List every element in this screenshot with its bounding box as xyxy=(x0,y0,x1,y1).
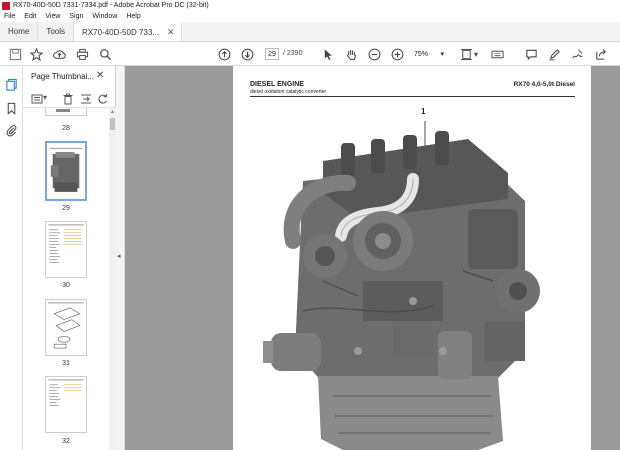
options-chevron-icon[interactable]: ▾ xyxy=(43,93,49,105)
thumbnail-engine-image xyxy=(49,147,83,192)
save-icon[interactable] xyxy=(8,47,22,61)
page-total: / 2390 xyxy=(283,50,303,57)
panel-collapse-strip[interactable]: ◂ xyxy=(116,66,125,450)
rotate-page-icon[interactable] xyxy=(97,93,109,105)
page-thumbnails-panel: Page Thumbnai... ✕ ▾ 28 29 30 31 32 ▲ xyxy=(23,66,116,450)
delete-page-icon[interactable] xyxy=(62,93,74,105)
attachments-icon[interactable] xyxy=(5,124,18,137)
tab-home[interactable]: Home xyxy=(0,22,39,41)
menu-sign[interactable]: Sign xyxy=(69,13,83,20)
next-page-icon[interactable] xyxy=(240,47,254,61)
title-bar: RX70-40D-50D 7331-7334.pdf - Adobe Acrob… xyxy=(0,0,620,11)
fit-options-chevron-icon[interactable]: ▾ xyxy=(472,47,480,61)
select-cursor-icon[interactable] xyxy=(321,47,335,61)
toolbar: 29 / 2390 75% ▾ ▾ xyxy=(0,42,620,66)
thumbnail-options-icon[interactable] xyxy=(31,93,43,105)
scroll-up-icon[interactable]: ▲ xyxy=(110,109,115,115)
upload-cloud-icon[interactable] xyxy=(52,47,66,61)
thumbnail-parts-list-image xyxy=(48,379,84,406)
thumbnail-scrollbar[interactable]: ▲ xyxy=(109,108,116,450)
fit-page-icon[interactable] xyxy=(459,47,473,61)
comment-icon[interactable] xyxy=(524,47,538,61)
thumbnail-label: 30 xyxy=(62,282,70,289)
thumbnail-parts-list-image xyxy=(48,224,84,263)
previous-page-icon[interactable] xyxy=(217,47,231,61)
menu-help[interactable]: Help xyxy=(126,13,140,20)
tab-tools[interactable]: Tools xyxy=(38,22,75,41)
zoom-level: 75% xyxy=(414,50,429,58)
insert-page-icon[interactable] xyxy=(80,93,92,105)
zoom-level-dropdown[interactable]: 75% ▾ xyxy=(412,48,446,60)
header-divider xyxy=(250,96,575,97)
thumbnail-label: 32 xyxy=(62,438,70,445)
chevron-down-icon: ▾ xyxy=(440,51,444,58)
diesel-engine-illustration xyxy=(263,121,540,450)
thumbnail-label: 29 xyxy=(62,205,70,212)
tab-document-label: RX70-40D-50D 733... xyxy=(82,28,159,37)
tab-bar: Home Tools RX70-40D-50D 733... ✕ xyxy=(0,22,620,42)
bookmark-star-icon[interactable] xyxy=(29,47,43,61)
thumbnail-list: 28 29 30 31 32 xyxy=(23,108,109,450)
close-tab-icon[interactable]: ✕ xyxy=(167,27,175,38)
thumbnail-label: 28 xyxy=(62,125,70,132)
thumbnail-exploded-view-image xyxy=(48,302,84,349)
menu-view[interactable]: View xyxy=(45,13,60,20)
share-icon[interactable] xyxy=(594,47,608,61)
menu-file[interactable]: File xyxy=(4,13,15,20)
document-model: RX70 4,0-5,0t Diesel xyxy=(513,81,575,88)
menu-bar: File Edit View Sign Window Help xyxy=(0,11,620,22)
thumbnail-label: 31 xyxy=(62,360,70,367)
print-icon[interactable] xyxy=(75,47,89,61)
window-title: RX70-40D-50D 7331-7334.pdf - Adobe Acrob… xyxy=(13,2,209,9)
document-subheading: diesel oxidation catalytic converter xyxy=(250,89,327,95)
sign-icon[interactable] xyxy=(570,47,584,61)
menu-edit[interactable]: Edit xyxy=(24,13,36,20)
close-panel-icon[interactable]: ✕ xyxy=(96,70,104,81)
zoom-in-icon[interactable] xyxy=(390,47,404,61)
hand-tool-icon[interactable] xyxy=(344,47,358,61)
collapse-arrow-icon[interactable]: ◂ xyxy=(117,252,121,260)
keyboard-icon[interactable] xyxy=(490,47,504,61)
zoom-out-icon[interactable] xyxy=(367,47,381,61)
page-thumbnails-icon[interactable] xyxy=(5,78,18,91)
thumbnail-page-30[interactable] xyxy=(45,221,87,278)
acrobat-icon xyxy=(2,1,10,10)
search-icon[interactable] xyxy=(98,47,112,61)
page-number-input[interactable]: 29 xyxy=(265,48,279,60)
document-viewer[interactable]: DIESEL ENGINE diesel oxidation catalytic… xyxy=(125,66,620,450)
panel-toolbar: ▾ xyxy=(23,90,116,108)
navigation-rail xyxy=(0,66,23,450)
menu-window[interactable]: Window xyxy=(92,13,117,20)
thumbnail-page-28[interactable] xyxy=(45,108,87,116)
thumbnail-page-31[interactable] xyxy=(45,299,87,356)
panel-title: Page Thumbnai... xyxy=(31,72,95,81)
scrollbar-thumb[interactable] xyxy=(110,118,115,130)
document-heading: DIESEL ENGINE xyxy=(250,81,304,88)
thumbnail-page-32[interactable] xyxy=(45,376,87,433)
highlight-pen-icon[interactable] xyxy=(547,47,561,61)
bookmarks-icon[interactable] xyxy=(5,102,18,115)
thumbnail-page-29[interactable] xyxy=(45,141,87,201)
document-page: DIESEL ENGINE diesel oxidation catalytic… xyxy=(233,66,591,450)
callout-number: 1 xyxy=(421,107,426,116)
tab-document[interactable]: RX70-40D-50D 733... ✕ xyxy=(74,22,182,41)
